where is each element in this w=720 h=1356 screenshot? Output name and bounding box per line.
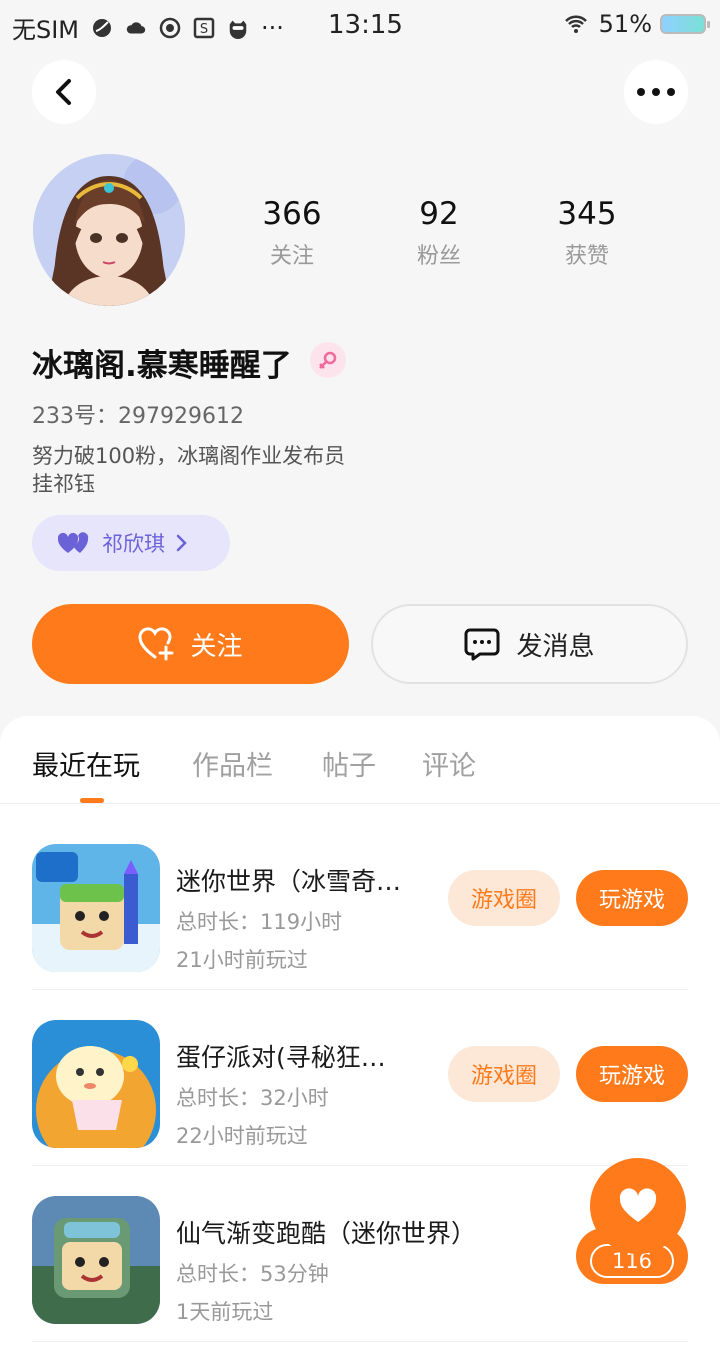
- follow-label: 关注: [190, 631, 243, 662]
- status-bar: 无SIM S ··· 13:15 51%: [0, 0, 720, 52]
- game-row[interactable]: 迷你世界（冰雪奇… 总时长：119小时 21小时前玩过 游戏圈 玩游戏: [32, 814, 688, 990]
- stat-following[interactable]: 366 关注: [232, 196, 352, 270]
- more-notifications-icon: ···: [261, 13, 284, 42]
- game-last-played: 1天前玩过: [176, 1300, 274, 1324]
- status-left: 无SIM S ···: [12, 10, 284, 45]
- cat-app-icon: [229, 20, 247, 39]
- like-fab[interactable]: 116: [576, 1158, 688, 1284]
- game-circle-button[interactable]: 游戏圈: [448, 1046, 560, 1102]
- game-last-played: 22小时前玩过: [176, 1124, 308, 1148]
- send-message-button[interactable]: 发消息: [371, 604, 688, 684]
- s-app-icon: S: [193, 17, 215, 38]
- cloud-icon: [126, 21, 146, 33]
- female-gender-icon: [310, 342, 346, 378]
- game-icon: [32, 1020, 160, 1148]
- more-dots-icon: [637, 88, 675, 96]
- status-right: 51%: [561, 10, 710, 38]
- bio: 努力破100粉，冰璃阁作业发布员 挂祁钰: [32, 442, 345, 498]
- status-time: 13:15: [328, 10, 403, 40]
- game-name: 迷你世界（冰雪奇…: [176, 867, 402, 896]
- game-duration: 总时长：53分钟: [176, 1262, 329, 1286]
- message-label: 发消息: [516, 631, 595, 662]
- more-options-button[interactable]: [624, 60, 688, 124]
- follow-button[interactable]: 关注: [32, 604, 349, 684]
- game-row[interactable]: 蛋仔派对(寻秘狂… 总时长：32小时 22小时前玩过 游戏圈 玩游戏: [32, 990, 688, 1166]
- heart-icon: [619, 1188, 657, 1222]
- battery-percent: 51%: [598, 10, 652, 38]
- stat-label: 粉丝: [416, 244, 461, 269]
- tab-recent-played[interactable]: 最近在玩: [32, 744, 140, 783]
- game-circle-button[interactable]: 游戏圈: [448, 870, 560, 926]
- stat-label: 关注: [269, 244, 314, 269]
- stat-value: 366: [262, 196, 322, 232]
- back-button[interactable]: [32, 60, 96, 124]
- user-id: 233号：297929612: [32, 404, 244, 429]
- carrier-text: 无SIM: [12, 16, 80, 44]
- tab-works[interactable]: 作品栏: [192, 744, 273, 783]
- play-circle-icon: [159, 17, 181, 38]
- game-icon: [32, 1196, 160, 1324]
- stat-value: 92: [419, 196, 459, 232]
- relationship-tag[interactable]: 祁欣琪: [32, 515, 230, 571]
- game-duration: 总时长：119小时: [176, 910, 343, 934]
- tab-bar: 最近在玩 作品栏 帖子 评论: [0, 716, 720, 804]
- chevron-right-icon: [176, 534, 187, 552]
- stat-followers[interactable]: 92 粉丝: [379, 196, 499, 270]
- game-duration: 总时长：32小时: [176, 1086, 329, 1110]
- bio-line: 挂祁钰: [32, 472, 95, 496]
- play-game-button[interactable]: 玩游戏: [576, 870, 688, 926]
- game-name: 仙气渐变跑酷（迷你世界）: [176, 1219, 477, 1248]
- avatar-illustration: [33, 154, 185, 306]
- game-icon: [32, 844, 160, 972]
- double-heart-icon: [58, 532, 89, 553]
- heart-plus-icon: [138, 627, 174, 661]
- game-last-played: 21小时前玩过: [176, 948, 308, 972]
- play-game-button[interactable]: 玩游戏: [576, 1046, 688, 1102]
- battery-icon: [660, 14, 710, 34]
- tab-posts[interactable]: 帖子: [322, 744, 376, 783]
- chevron-left-icon: [56, 79, 71, 105]
- like-button[interactable]: [590, 1158, 686, 1254]
- chat-bubble-icon: [464, 628, 500, 661]
- wifi-icon: [564, 15, 587, 33]
- tab-indicator: [80, 798, 104, 803]
- avatar[interactable]: [33, 154, 185, 306]
- game-name: 蛋仔派对(寻秘狂…: [176, 1043, 386, 1072]
- stat-label: 获赞: [564, 244, 609, 269]
- stat-value: 345: [557, 196, 617, 232]
- tag-name: 祁欣琪: [102, 532, 165, 556]
- bio-line: 努力破100粉，冰璃阁作业发布员: [32, 444, 346, 468]
- nickname: 冰璃阁.慕寒睡醒了: [32, 348, 292, 384]
- app-notification-icon: [93, 18, 112, 37]
- tab-comments[interactable]: 评论: [422, 744, 476, 783]
- stat-likes[interactable]: 345 获赞: [527, 196, 647, 270]
- svg-text:S: S: [200, 22, 208, 37]
